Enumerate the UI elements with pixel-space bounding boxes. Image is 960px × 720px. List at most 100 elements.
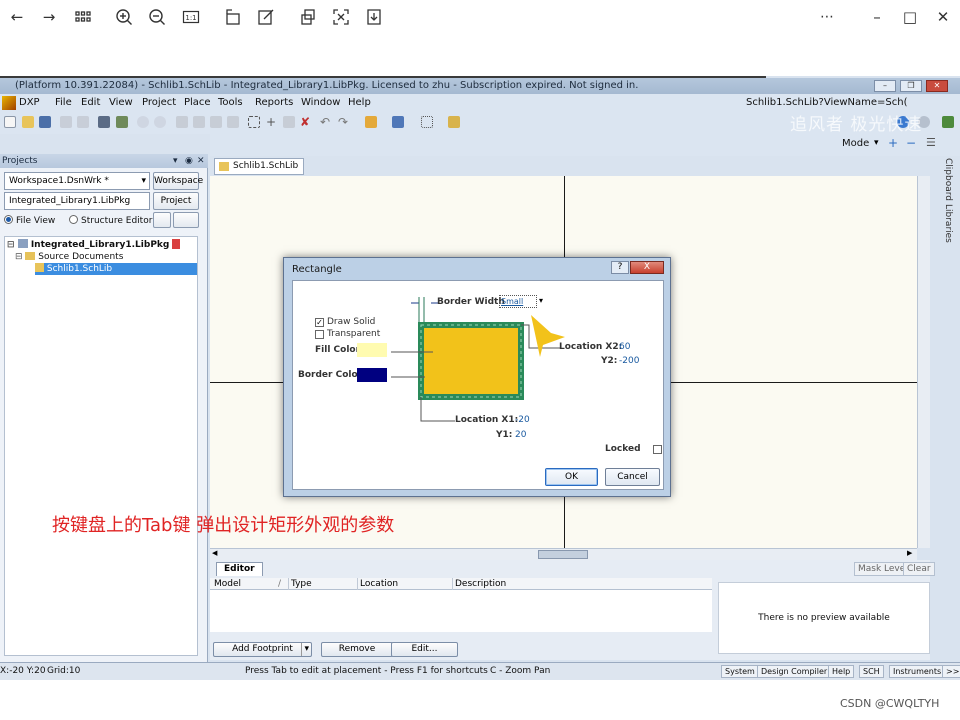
open-icon[interactable] — [22, 116, 34, 128]
copy-icon[interactable] — [297, 6, 319, 28]
tree-item-library-package[interactable]: ⊟ Integrated_Library1.LibPkg * — [7, 239, 177, 251]
libraries-tab[interactable]: Libraries — [943, 204, 953, 243]
menu-project[interactable]: Project — [142, 97, 176, 108]
add-footprint-chevron-icon[interactable]: ▾ — [301, 643, 309, 656]
print-icon[interactable] — [60, 116, 72, 128]
menu-place[interactable]: Place — [184, 97, 211, 108]
workspace-button[interactable]: Workspace — [153, 172, 203, 190]
instruments-tab[interactable]: Instruments — [889, 665, 946, 678]
menu-window[interactable]: Window — [301, 97, 340, 108]
edit-button[interactable]: Edit... — [391, 642, 458, 657]
locked-checkbox[interactable] — [653, 445, 662, 454]
panel-menu-icon[interactable]: ▾ — [173, 154, 178, 168]
horizontal-scrollbar[interactable]: ◀ ▶ — [210, 548, 917, 560]
view-name-field[interactable]: Schlib1.SchLib?ViewName=Sch( — [746, 97, 908, 108]
save-icon[interactable] — [39, 116, 51, 128]
grid-icon[interactable] — [421, 116, 433, 128]
border-color-swatch[interactable] — [357, 368, 387, 382]
more-tabs-button[interactable]: >> — [942, 665, 960, 678]
project-button[interactable]: Project — [153, 192, 199, 210]
draw-solid-checkbox[interactable]: ✓ — [315, 318, 324, 327]
grid-view-icon[interactable] — [72, 6, 94, 28]
structure-editor-radio[interactable] — [69, 215, 79, 224]
transparent-checkbox[interactable] — [315, 330, 324, 339]
paste-icon[interactable] — [210, 116, 222, 128]
library-icon[interactable] — [116, 116, 128, 128]
minimize-icon[interactable]: – — [866, 6, 888, 28]
remove-button[interactable]: Remove — [321, 642, 393, 657]
y2-value[interactable]: -200 — [619, 356, 639, 366]
add-footprint-button[interactable]: Add Footprint ▾ — [213, 642, 312, 657]
horizontal-scroll-thumb[interactable] — [538, 550, 588, 559]
download-icon[interactable] — [363, 6, 385, 28]
move-icon[interactable]: + — [266, 116, 278, 128]
compile-icon[interactable] — [98, 116, 110, 128]
zoom-in-icon[interactable] — [113, 6, 135, 28]
column-type[interactable]: Type — [288, 578, 312, 590]
more-icon[interactable]: ⋯ — [816, 6, 838, 28]
add-mode-icon[interactable]: + — [888, 136, 898, 150]
menu-file[interactable]: File — [55, 97, 72, 108]
new-icon[interactable] — [4, 116, 16, 128]
menu-help[interactable]: Help — [348, 97, 371, 108]
mode-dropdown[interactable]: Mode — [842, 138, 869, 149]
window-close-button[interactable]: ✕ — [926, 80, 948, 92]
home-icon[interactable] — [942, 116, 954, 128]
menu-tools[interactable]: Tools — [218, 97, 243, 108]
zoom-out-icon[interactable] — [146, 6, 168, 28]
sch-tab[interactable]: SCH — [859, 665, 884, 678]
column-model[interactable]: Model — [212, 578, 241, 590]
clipboard-tab[interactable]: Clipboard — [943, 158, 953, 201]
border-width-chevron-icon[interactable]: ▾ — [539, 296, 543, 305]
window-minimize-button[interactable]: – — [874, 80, 896, 92]
system-tab[interactable]: System — [721, 665, 759, 678]
file-view-radio[interactable] — [4, 215, 13, 224]
zoom-area-icon[interactable] — [154, 116, 166, 128]
place-icon[interactable] — [365, 116, 377, 128]
drawing-tools-icon[interactable] — [392, 116, 404, 128]
cancel-button[interactable]: Cancel — [605, 468, 660, 486]
menu-reports[interactable]: Reports — [255, 97, 293, 108]
collapse-icon[interactable]: ⊟ — [7, 240, 15, 250]
close-icon[interactable]: ✕ — [932, 6, 954, 28]
workspace-select[interactable]: Workspace1.DsnWrk * ▾ — [4, 172, 150, 190]
scroll-right-icon[interactable]: ▶ — [907, 549, 912, 557]
project-tools-icon[interactable] — [153, 212, 171, 228]
fill-color-swatch[interactable] — [357, 343, 387, 357]
editor-tab[interactable]: Editor — [216, 562, 263, 576]
column-description[interactable]: Description — [452, 578, 506, 590]
menu-dxp[interactable]: DXP — [19, 97, 40, 108]
edit-icon[interactable] — [255, 6, 277, 28]
clear-filter-icon[interactable]: ✘ — [300, 116, 312, 128]
dialog-close-button[interactable]: X — [630, 261, 664, 274]
scroll-left-icon[interactable]: ◀ — [212, 549, 217, 557]
remove-mode-icon[interactable]: − — [906, 136, 916, 150]
options-icon[interactable]: ☰ — [926, 136, 936, 149]
component-icon[interactable] — [448, 116, 460, 128]
scan-icon[interactable] — [330, 6, 352, 28]
print-preview-icon[interactable] — [77, 116, 89, 128]
project-field[interactable]: Integrated_Library1.LibPkg — [4, 192, 150, 210]
back-arrow-icon[interactable]: ← — [6, 6, 28, 28]
panel-pin-icon[interactable]: ◉ — [185, 154, 193, 168]
dialog-help-button[interactable]: ? — [611, 261, 629, 274]
window-restore-button[interactable]: ❐ — [900, 80, 922, 92]
column-location[interactable]: Location — [357, 578, 398, 590]
cut-icon[interactable] — [176, 116, 188, 128]
x2-value[interactable]: 60 — [619, 342, 630, 352]
menu-view[interactable]: View — [109, 97, 133, 108]
rubber-stamp-icon[interactable] — [227, 116, 239, 128]
clear-button[interactable]: Clear — [903, 562, 935, 576]
collapse-icon[interactable]: ⊟ — [15, 252, 23, 262]
design-compiler-tab[interactable]: Design Compiler — [757, 665, 832, 678]
select-area-icon[interactable] — [248, 116, 260, 128]
undo-icon[interactable]: ↶ — [320, 116, 332, 128]
actual-size-icon[interactable]: 1:1 — [180, 6, 202, 28]
help-tab[interactable]: Help — [828, 665, 855, 678]
menu-edit[interactable]: Edit — [81, 97, 100, 108]
panel-close-icon[interactable]: ✕ — [197, 154, 205, 168]
maximize-icon[interactable]: □ — [899, 6, 921, 28]
deselect-icon[interactable] — [283, 116, 295, 128]
forward-arrow-icon[interactable]: → — [38, 6, 60, 28]
x1-value[interactable]: -20 — [515, 415, 530, 425]
